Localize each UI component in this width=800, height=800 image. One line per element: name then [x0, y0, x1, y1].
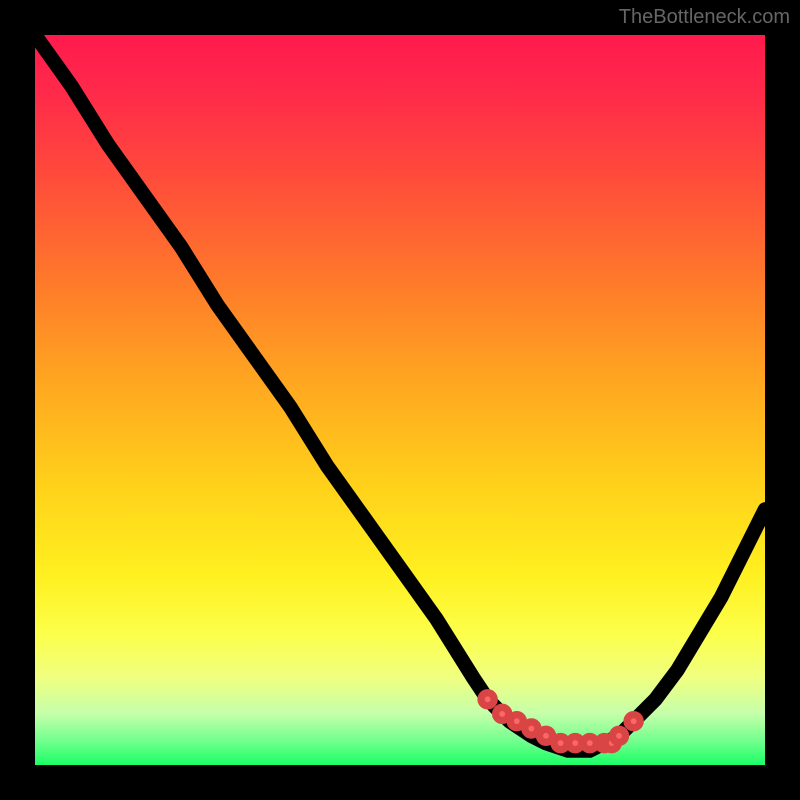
bottleneck-curve: [35, 35, 765, 750]
marker-point: [481, 693, 494, 706]
marker-point: [496, 707, 509, 720]
chart-overlay: [35, 35, 765, 765]
plot-area: [35, 35, 765, 765]
marker-point: [612, 729, 625, 742]
marker-point: [627, 715, 640, 728]
chart-container: TheBottleneck.com: [0, 0, 800, 800]
marker-point: [539, 729, 552, 742]
highlight-markers: [481, 693, 640, 750]
marker-point: [525, 722, 538, 735]
watermark-text: TheBottleneck.com: [619, 6, 790, 29]
marker-point: [510, 715, 523, 728]
